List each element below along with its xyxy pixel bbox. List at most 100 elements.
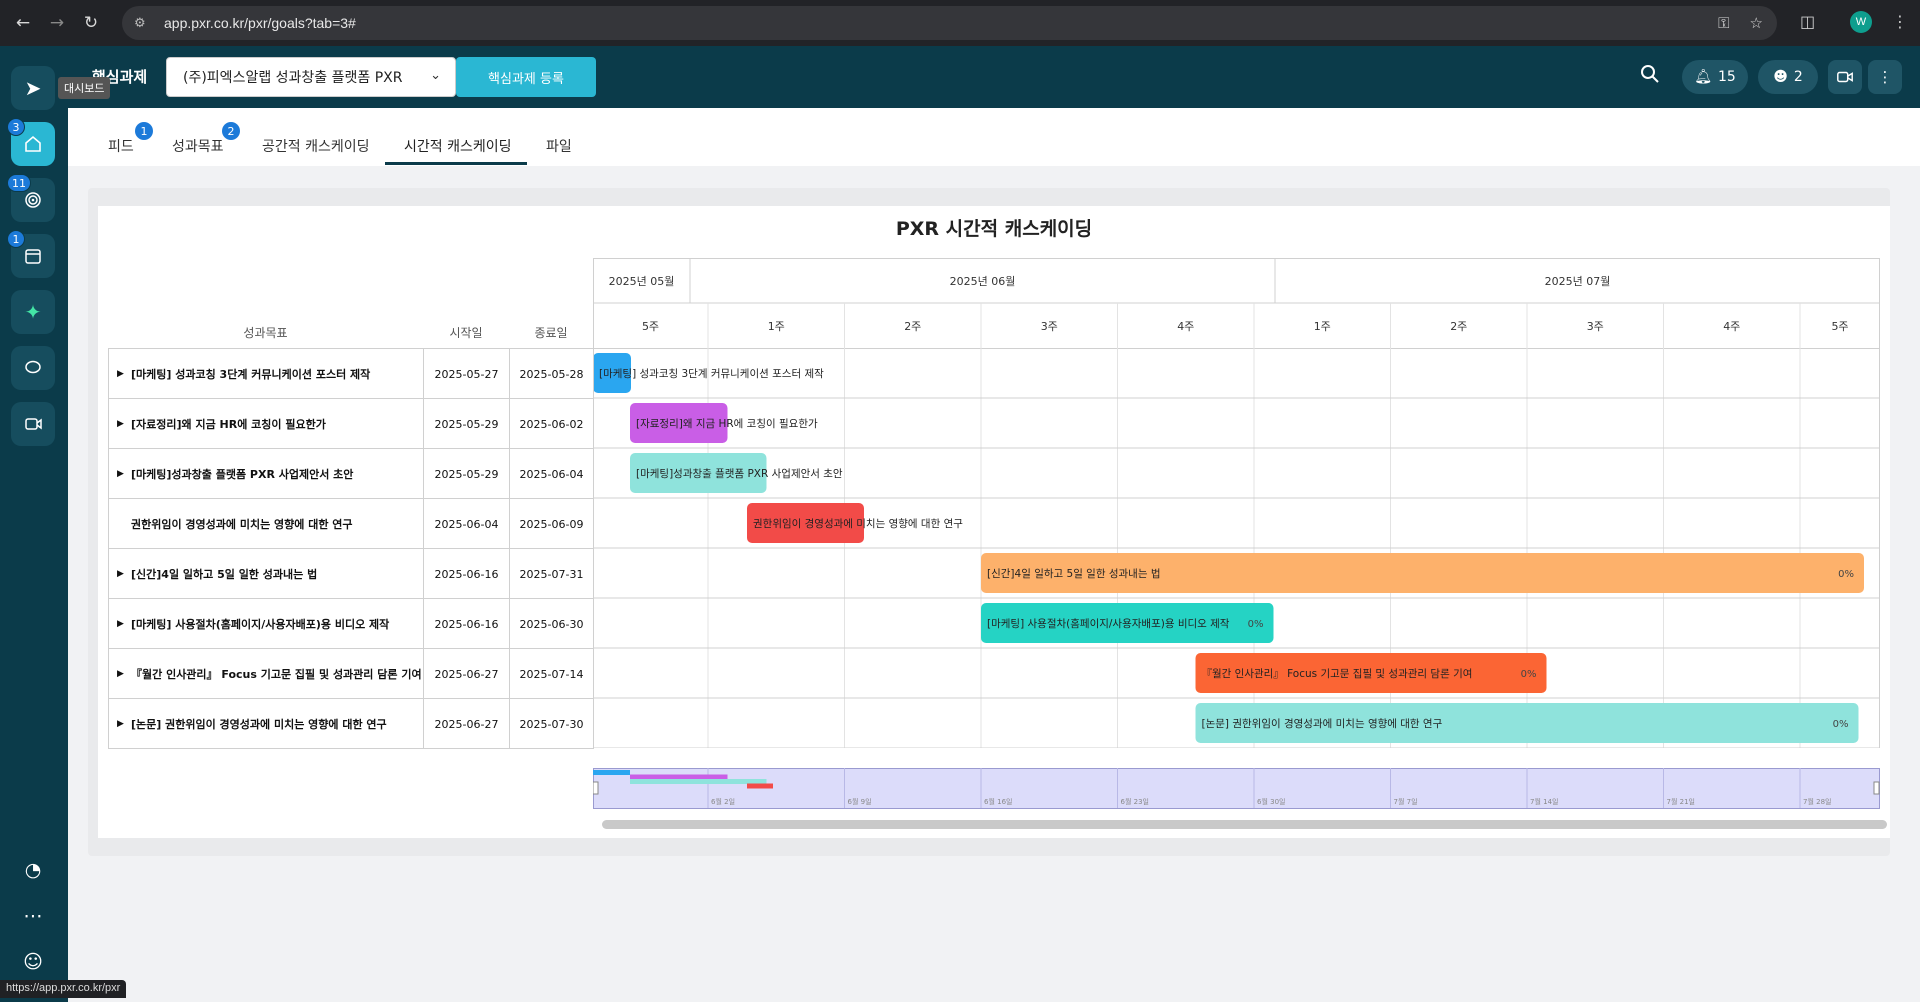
expand-arrow-icon[interactable]: ▶: [117, 569, 125, 579]
task-bar-label: [자료정리]왜 지금 HR에 코칭이 필요한가: [636, 418, 818, 430]
start-date-cell: 2025-06-16: [424, 599, 510, 649]
password-key-icon[interactable]: ⚿: [1718, 14, 1729, 32]
status-bar-url: https://app.pxr.co.kr/pxr: [0, 980, 127, 998]
back-icon[interactable]: ←: [12, 12, 34, 34]
more-dots-icon[interactable]: ⋯: [11, 898, 55, 934]
goal-name: 『월간 인사관리』 Focus 기고문 집필 및 성과관리 담론 기여: [131, 668, 422, 681]
minimap-tick-label: 6월 16일: [984, 797, 1012, 806]
extensions-icon[interactable]: ◫: [1800, 12, 1815, 31]
org-select[interactable]: (주)피엑스알랩 성과창출 플랫폼 PXR ⌄: [166, 57, 456, 97]
expand-arrow-icon[interactable]: ▶: [117, 669, 125, 679]
active-tab-indicator: [385, 162, 527, 165]
person-icon: ☻: [1773, 69, 1788, 85]
calendar-edit-icon[interactable]: 1: [7, 230, 55, 278]
user-icon[interactable]: ☺: [11, 944, 55, 980]
goal-name-cell[interactable]: ▶ [마케팅] 성과코칭 3단계 커뮤니케이션 포스터 제작: [109, 349, 424, 399]
task-bar-label: 『월간 인사관리』 Focus 기고문 집필 및 성과관리 담론 기여: [1202, 668, 1473, 680]
expand-arrow-icon[interactable]: ▶: [117, 469, 125, 479]
goal-name-cell[interactable]: ▶ [마케팅] 사용절차(홈페이지/사용자배포)용 비디오 제작: [109, 599, 424, 649]
col-header-start: 시작일: [449, 326, 483, 340]
goal-name-cell[interactable]: ▶ [신간]4일 일하고 5일 일한 성과내는 법: [109, 549, 424, 599]
task-bar-label: [마케팅] 사용절차(홈페이지/사용자배포)용 비디오 제작: [987, 617, 1230, 630]
tab-files[interactable]: 파일: [546, 136, 572, 156]
search-icon[interactable]: [1640, 64, 1660, 89]
horizontal-scrollbar[interactable]: [602, 820, 1887, 829]
goal-name-cell[interactable]: ▶ 『월간 인사관리』 Focus 기고문 집필 및 성과관리 담론 기여: [109, 649, 424, 699]
gantt-minimap[interactable]: 6월 2일 6월 9일 6월 16일 6월 23일 6월 30일 7월 7일 7월 14일 7…: [593, 768, 1883, 814]
minimap-tick-label: 6월 30일: [1257, 797, 1285, 806]
task-bar-label: 권한위임이 경영성과에 미치는 영향에 대한 연구: [753, 517, 963, 530]
goal-name-cell[interactable]: 권한위임이 경영성과에 미치는 영향에 대한 연구: [109, 499, 424, 549]
minimap-tick-label: 6월 2일: [711, 797, 735, 806]
members-count: 2: [1793, 69, 1803, 85]
expand-arrow-icon[interactable]: ▶: [117, 719, 125, 729]
week-label: 1주: [1314, 320, 1331, 333]
end-date-cell: 2025-05-28: [510, 349, 594, 399]
start-date-cell: 2025-05-29: [424, 449, 510, 499]
kebab-menu-icon[interactable]: ⋮: [1868, 60, 1902, 94]
chat-icon[interactable]: [11, 346, 55, 390]
table-row[interactable]: ▶ [논문] 권한위임이 경영성과에 미치는 영향에 대한 연구 2025-06-2…: [108, 699, 594, 749]
minimap-handle-left[interactable]: [593, 781, 599, 795]
minimap-tick-label: 6월 23일: [1121, 797, 1149, 806]
org-select-value: (주)피엑스알랩 성과창출 플랫폼 PXR: [183, 70, 403, 86]
table-row[interactable]: ▶ [신간]4일 일하고 5일 일한 성과내는 법 2025-06-16 2025-0…: [108, 549, 594, 599]
tab-feed-badge: 1: [135, 122, 153, 140]
table-row[interactable]: 권한위임이 경영성과에 미치는 영향에 대한 연구 2025-06-04 2025-…: [108, 499, 594, 549]
register-goal-button[interactable]: 핵심과제 등록: [456, 57, 596, 97]
browser-toolbar: ← → ↻ ⚙ app.pxr.co.kr/pxr/goals?tab=3# ⚿…: [0, 0, 1920, 46]
expand-arrow-icon[interactable]: ▶: [117, 369, 125, 379]
table-row[interactable]: ▶ [자료정리]왜 지금 HR에 코칭이 필요한가 2025-05-29 2025-0…: [108, 399, 594, 449]
table-row[interactable]: ▶ 『월간 인사관리』 Focus 기고문 집필 및 성과관리 담론 기여 2025…: [108, 649, 594, 699]
calendar-glyph: [25, 249, 41, 264]
table-row[interactable]: ▶ [마케팅] 사용절차(홈페이지/사용자배포)용 비디오 제작 2025-06-1…: [108, 599, 594, 649]
profile-avatar[interactable]: W: [1850, 11, 1872, 33]
month-label: 2025년 06월: [950, 275, 1016, 288]
tab-spatial-cascading[interactable]: 공간적 캐스케이딩: [262, 136, 370, 156]
target-icon[interactable]: 11: [7, 174, 55, 222]
pie-chart-icon[interactable]: ◔: [11, 852, 55, 888]
goal-name-cell[interactable]: ▶ [마케팅]성과창출 플랫폼 PXR 사업제안서 초안: [109, 449, 424, 499]
dashboard-tooltip: 대시보드: [58, 77, 111, 99]
task-progress-label: 0%: [1521, 669, 1537, 680]
bookmark-star-icon[interactable]: ☆: [1750, 14, 1763, 32]
month-label: 2025년 05월: [609, 275, 675, 288]
video-glyph: [25, 418, 42, 430]
left-sidebar: ➤ 3 11 1 ✦ ◔ ⋯ ☺: [0, 46, 68, 1002]
task-bar-label: [마케팅]성과창출 플랫폼 PXR 사업제안서 초안: [636, 467, 843, 480]
browser-menu-icon[interactable]: ⋮: [1892, 12, 1908, 31]
address-bar[interactable]: ⚙ app.pxr.co.kr/pxr/goals?tab=3# ⚿ ☆: [122, 6, 1777, 40]
goal-name-cell[interactable]: ▶ [자료정리]왜 지금 HR에 코칭이 필요한가: [109, 399, 424, 449]
reload-icon[interactable]: ↻: [80, 12, 102, 34]
minimap-handle-right[interactable]: [1873, 781, 1880, 795]
end-date-cell: 2025-06-09: [510, 499, 594, 549]
goal-name: [신간]4일 일하고 5일 일한 성과내는 법: [131, 568, 318, 581]
notification-button[interactable]: 🔔︎ 15: [1682, 60, 1748, 94]
rocket-icon[interactable]: ➤: [11, 66, 55, 110]
forward-icon[interactable]: →: [46, 12, 68, 34]
table-row[interactable]: ▶ [마케팅]성과창출 플랫폼 PXR 사업제안서 초안 2025-05-29 202…: [108, 449, 594, 499]
minimap-tick-label: 6월 9일: [848, 797, 872, 806]
home-icon[interactable]: 3: [7, 118, 55, 166]
site-settings-icon[interactable]: ⚙: [134, 16, 154, 31]
table-row[interactable]: ▶ [마케팅] 성과코칭 3단계 커뮤니케이션 포스터 제작 2025-05-27 2…: [108, 349, 594, 399]
tab-feed[interactable]: 피드: [108, 136, 134, 156]
camera-glyph: [1837, 71, 1853, 83]
tab-goals[interactable]: 성과목표: [172, 136, 224, 156]
goal-name: [마케팅]성과창출 플랫폼 PXR 사업제안서 초안: [131, 468, 354, 481]
bell-icon: 🔔︎: [1694, 69, 1712, 85]
url-text: app.pxr.co.kr/pxr/goals?tab=3#: [164, 15, 356, 31]
goal-name-cell[interactable]: ▶ [논문] 권한위임이 경영성과에 미치는 영향에 대한 연구: [109, 699, 424, 749]
week-label: 5주: [642, 320, 659, 333]
gantt-timeline[interactable]: 2025년 05월 2025년 06월 2025년 07월 5주 1주 2주 3주 4주 1주 2…: [593, 258, 1880, 748]
home-badge: 3: [7, 118, 25, 136]
notification-count: 15: [1717, 69, 1736, 85]
start-date-cell: 2025-06-27: [424, 649, 510, 699]
sparkle-icon[interactable]: ✦: [11, 290, 55, 334]
video-icon[interactable]: [11, 402, 55, 446]
video-call-icon[interactable]: [1828, 60, 1862, 94]
expand-arrow-icon[interactable]: ▶: [117, 419, 125, 429]
tab-temporal-cascading[interactable]: 시간적 캐스케이딩: [404, 136, 512, 156]
expand-arrow-icon[interactable]: ▶: [117, 619, 125, 629]
members-button[interactable]: ☻ 2: [1758, 60, 1818, 94]
